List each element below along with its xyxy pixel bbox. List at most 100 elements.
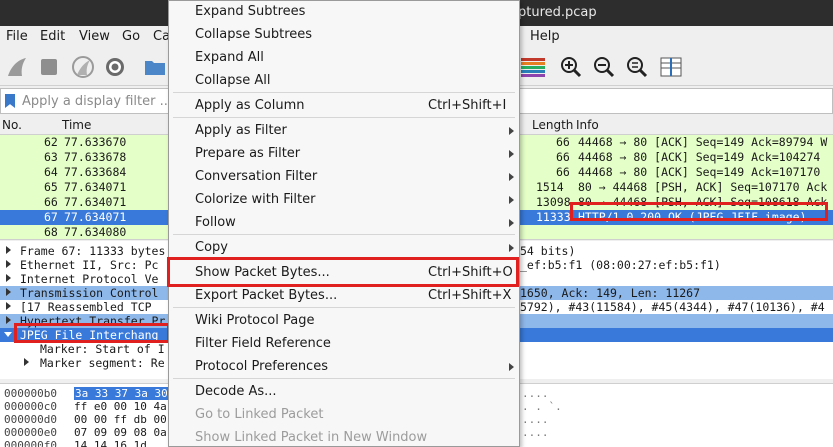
restart-icon[interactable] bbox=[70, 54, 96, 80]
zoom-in-icon[interactable] bbox=[558, 54, 584, 80]
menu-separator bbox=[173, 307, 515, 308]
menu-item-label: Expand Subtrees bbox=[195, 4, 306, 19]
zoom-out-icon[interactable] bbox=[591, 54, 617, 80]
menu-item-label: Decode As... bbox=[195, 384, 277, 399]
packet-time: 77.634080 bbox=[64, 225, 127, 239]
column-header-length[interactable]: Length bbox=[532, 118, 573, 132]
menu-item-expand-subtrees[interactable]: Expand Subtrees bbox=[169, 1, 519, 23]
expand-arrow-icon[interactable] bbox=[6, 316, 11, 324]
packet-time: 77.634071 bbox=[64, 210, 127, 224]
stop-icon[interactable] bbox=[36, 54, 62, 80]
submenu-arrow-icon bbox=[509, 363, 514, 371]
packet-length: 11333 bbox=[536, 210, 571, 224]
zoom-reset-icon[interactable] bbox=[624, 54, 650, 80]
menu-item-label: Collapse All bbox=[195, 73, 271, 88]
detail-text-tail: 1650, Ack: 149, Len: 11267 bbox=[520, 286, 701, 300]
packet-length: 66 bbox=[556, 150, 570, 164]
column-header-no[interactable]: No. bbox=[2, 118, 22, 132]
menu-go[interactable]: Go bbox=[122, 29, 140, 44]
menu-item-label: Apply as Column bbox=[195, 98, 305, 113]
menu-item-label: Show Packet Bytes... bbox=[195, 265, 330, 280]
bookmark-icon[interactable] bbox=[5, 94, 15, 108]
packet-no: 65 bbox=[44, 180, 58, 194]
packet-no: 63 bbox=[44, 150, 58, 164]
menu-item-show-packet-bytes[interactable]: Show Packet Bytes... Ctrl+Shift+O bbox=[169, 262, 519, 284]
detail-text: Frame 67: 11333 bytes bbox=[20, 244, 166, 258]
packet-time: 77.634071 bbox=[64, 195, 127, 209]
menu-separator bbox=[173, 117, 515, 118]
packet-info: 80 → 44468 [PSH, ACK] Seq=108618 Ack bbox=[578, 195, 828, 209]
detail-text: Hypertext Transfer Pr bbox=[20, 314, 166, 328]
submenu-arrow-icon bbox=[509, 127, 514, 135]
menu-edit[interactable]: Edit bbox=[40, 29, 65, 44]
hex-ascii: .... bbox=[522, 387, 549, 400]
detail-text: JPEG File Interchang bbox=[20, 328, 159, 342]
expand-arrow-icon[interactable] bbox=[24, 358, 29, 366]
submenu-arrow-icon bbox=[509, 196, 514, 204]
menu-item-collapse-all[interactable]: Collapse All bbox=[169, 70, 519, 92]
colorize-icon[interactable] bbox=[520, 54, 546, 80]
menu-separator bbox=[173, 378, 515, 379]
menu-item-filter-field-reference[interactable]: Filter Field Reference bbox=[169, 333, 519, 355]
menu-item-apply-as-column[interactable]: Apply as Column Ctrl+Shift+I bbox=[169, 95, 519, 117]
packet-time: 77.633670 bbox=[64, 135, 127, 149]
menu-item-protocol-preferences[interactable]: Protocol Preferences bbox=[169, 356, 519, 378]
options-gear-icon[interactable] bbox=[102, 54, 128, 80]
menu-view[interactable]: View bbox=[79, 29, 110, 44]
menu-item-follow[interactable]: Follow bbox=[169, 212, 519, 234]
open-folder-icon[interactable] bbox=[142, 54, 168, 80]
menu-item-shortcut: Ctrl+Shift+I bbox=[428, 98, 507, 113]
menu-item-copy[interactable]: Copy bbox=[169, 237, 519, 259]
menu-separator bbox=[173, 234, 515, 235]
menu-item-label: Wiki Protocol Page bbox=[195, 313, 315, 328]
resize-columns-icon[interactable] bbox=[658, 54, 684, 80]
display-filter-input[interactable]: Apply a display filter ... bbox=[22, 94, 172, 109]
menu-item-wiki-protocol-page[interactable]: Wiki Protocol Page bbox=[169, 310, 519, 332]
column-header-time[interactable]: Time bbox=[62, 118, 91, 132]
menu-item-label: Follow bbox=[195, 215, 236, 230]
window-title: ptured.pcap bbox=[518, 5, 597, 20]
detail-text: [17 Reassembled TCP bbox=[20, 300, 152, 314]
menu-item-expand-all[interactable]: Expand All bbox=[169, 47, 519, 69]
detail-text: Internet Protocol Ve bbox=[20, 272, 159, 286]
packet-info: 44468 → 80 [ACK] Seq=149 Ack=104274 bbox=[578, 150, 821, 164]
expand-arrow-icon[interactable] bbox=[6, 246, 11, 254]
menu-item-apply-as-filter[interactable]: Apply as Filter bbox=[169, 120, 519, 142]
packet-time: 77.633678 bbox=[64, 150, 127, 164]
menu-item-label: Colorize with Filter bbox=[195, 192, 316, 207]
expand-arrow-icon[interactable] bbox=[6, 274, 11, 282]
menu-item-label: Apply as Filter bbox=[195, 123, 287, 138]
expand-arrow-icon[interactable] bbox=[6, 260, 11, 268]
shark-fin-icon[interactable] bbox=[4, 54, 30, 80]
menu-item-shortcut: Ctrl+Shift+X bbox=[428, 288, 512, 303]
detail-text-tail: 54 bits) bbox=[520, 244, 576, 258]
menu-item-conversation-filter[interactable]: Conversation Filter bbox=[169, 166, 519, 188]
hex-bytes: 00 00 ff db 00 bbox=[74, 413, 167, 426]
menu-item-collapse-subtrees[interactable]: Collapse Subtrees bbox=[169, 24, 519, 46]
menu-help[interactable]: Help bbox=[530, 29, 560, 44]
hex-offset: 000000c0 bbox=[4, 400, 57, 413]
menu-item-colorize-with-filter[interactable]: Colorize with Filter bbox=[169, 189, 519, 211]
menu-file[interactable]: File bbox=[6, 29, 28, 44]
detail-text: Ethernet II, Src: Pc bbox=[20, 258, 159, 272]
menu-item-decode-as[interactable]: Decode As... bbox=[169, 381, 519, 403]
detail-text: Marker: Start of I bbox=[40, 342, 165, 356]
menu-item-shortcut: Ctrl+Shift+O bbox=[428, 265, 513, 280]
collapse-arrow-icon[interactable] bbox=[4, 332, 12, 337]
packet-info: 80 → 44468 [PSH, ACK] Seq=107170 Ack bbox=[578, 180, 828, 194]
menu-item-prepare-as-filter[interactable]: Prepare as Filter bbox=[169, 143, 519, 165]
hex-offset: 000000d0 bbox=[4, 413, 57, 426]
expand-arrow-icon[interactable] bbox=[6, 288, 11, 296]
expand-arrow-icon[interactable] bbox=[6, 302, 11, 310]
hex-bytes: 14 14 16 1d bbox=[74, 439, 147, 447]
detail-text: Marker segment: Re bbox=[40, 356, 165, 370]
column-header-info[interactable]: Info bbox=[576, 118, 599, 132]
menu-item-export-packet-bytes[interactable]: Export Packet Bytes... Ctrl+Shift+X bbox=[169, 285, 519, 307]
packet-no: 67 bbox=[44, 210, 58, 224]
packet-length: 1514 bbox=[536, 180, 564, 194]
menu-item-label: Prepare as Filter bbox=[195, 146, 301, 161]
hex-offset: 000000e0 bbox=[4, 426, 57, 439]
packet-no: 66 bbox=[44, 195, 58, 209]
packet-no: 62 bbox=[44, 135, 58, 149]
hex-offset: 000000f0 bbox=[4, 439, 57, 447]
